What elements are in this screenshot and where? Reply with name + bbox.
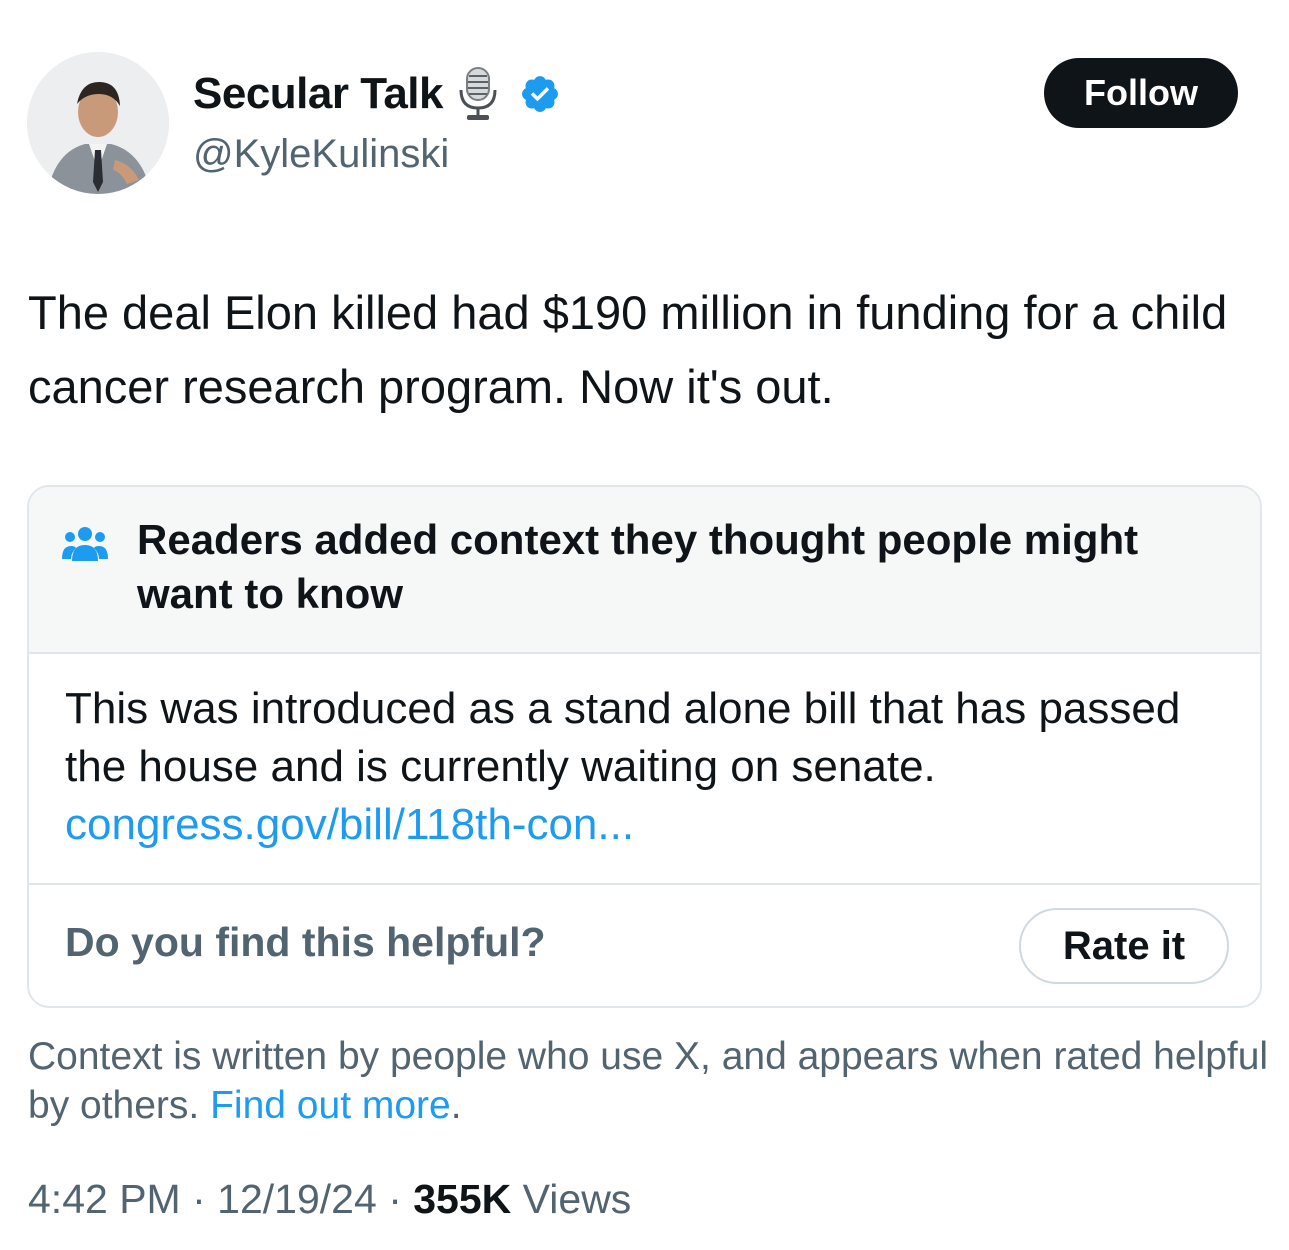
community-note-header: Readers added context they thought peopl… <box>29 487 1260 654</box>
community-note-body: This was introduced as a stand alone bil… <box>65 680 1235 854</box>
views-count: 355K <box>413 1176 512 1222</box>
community-note-link[interactable]: congress.gov/bill/118th-con... <box>65 796 1235 854</box>
rate-it-button[interactable]: Rate it <box>1019 908 1229 984</box>
tweet-time[interactable]: 4:42 PM <box>28 1176 181 1222</box>
community-note-title: Readers added context they thought peopl… <box>137 516 1139 617</box>
author-display-name[interactable]: Secular Talk <box>193 69 444 119</box>
avatar[interactable] <box>27 52 169 194</box>
verified-badge-icon <box>519 73 561 115</box>
microphone-icon <box>455 66 501 122</box>
divider <box>29 883 1260 885</box>
helpful-question: Do you find this helpful? <box>65 919 546 965</box>
author-name-row: Secular Talk <box>193 66 561 122</box>
context-disclaimer-period: . <box>450 1084 462 1127</box>
people-icon <box>62 525 108 563</box>
community-note-card: Readers added context they thought peopl… <box>27 485 1262 1008</box>
find-out-more-link[interactable]: Find out more <box>210 1084 451 1127</box>
tweet-meta: 4:42 PM · 12/19/24 · 355K Views <box>28 1176 631 1223</box>
follow-button[interactable]: Follow <box>1044 58 1238 128</box>
tweet-text: The deal Elon killed had $190 million in… <box>28 286 1228 413</box>
views-label: Views <box>522 1176 632 1222</box>
community-note-text: This was introduced as a stand alone bil… <box>65 684 1181 791</box>
context-disclaimer: Context is written by people who use X, … <box>28 1032 1273 1130</box>
meta-separator: · <box>388 1176 402 1222</box>
avatar-photo <box>27 52 169 194</box>
author-handle[interactable]: @KyleKulinski <box>193 132 449 177</box>
tweet-date[interactable]: 12/19/24 <box>217 1176 377 1222</box>
meta-separator: · <box>192 1176 206 1222</box>
